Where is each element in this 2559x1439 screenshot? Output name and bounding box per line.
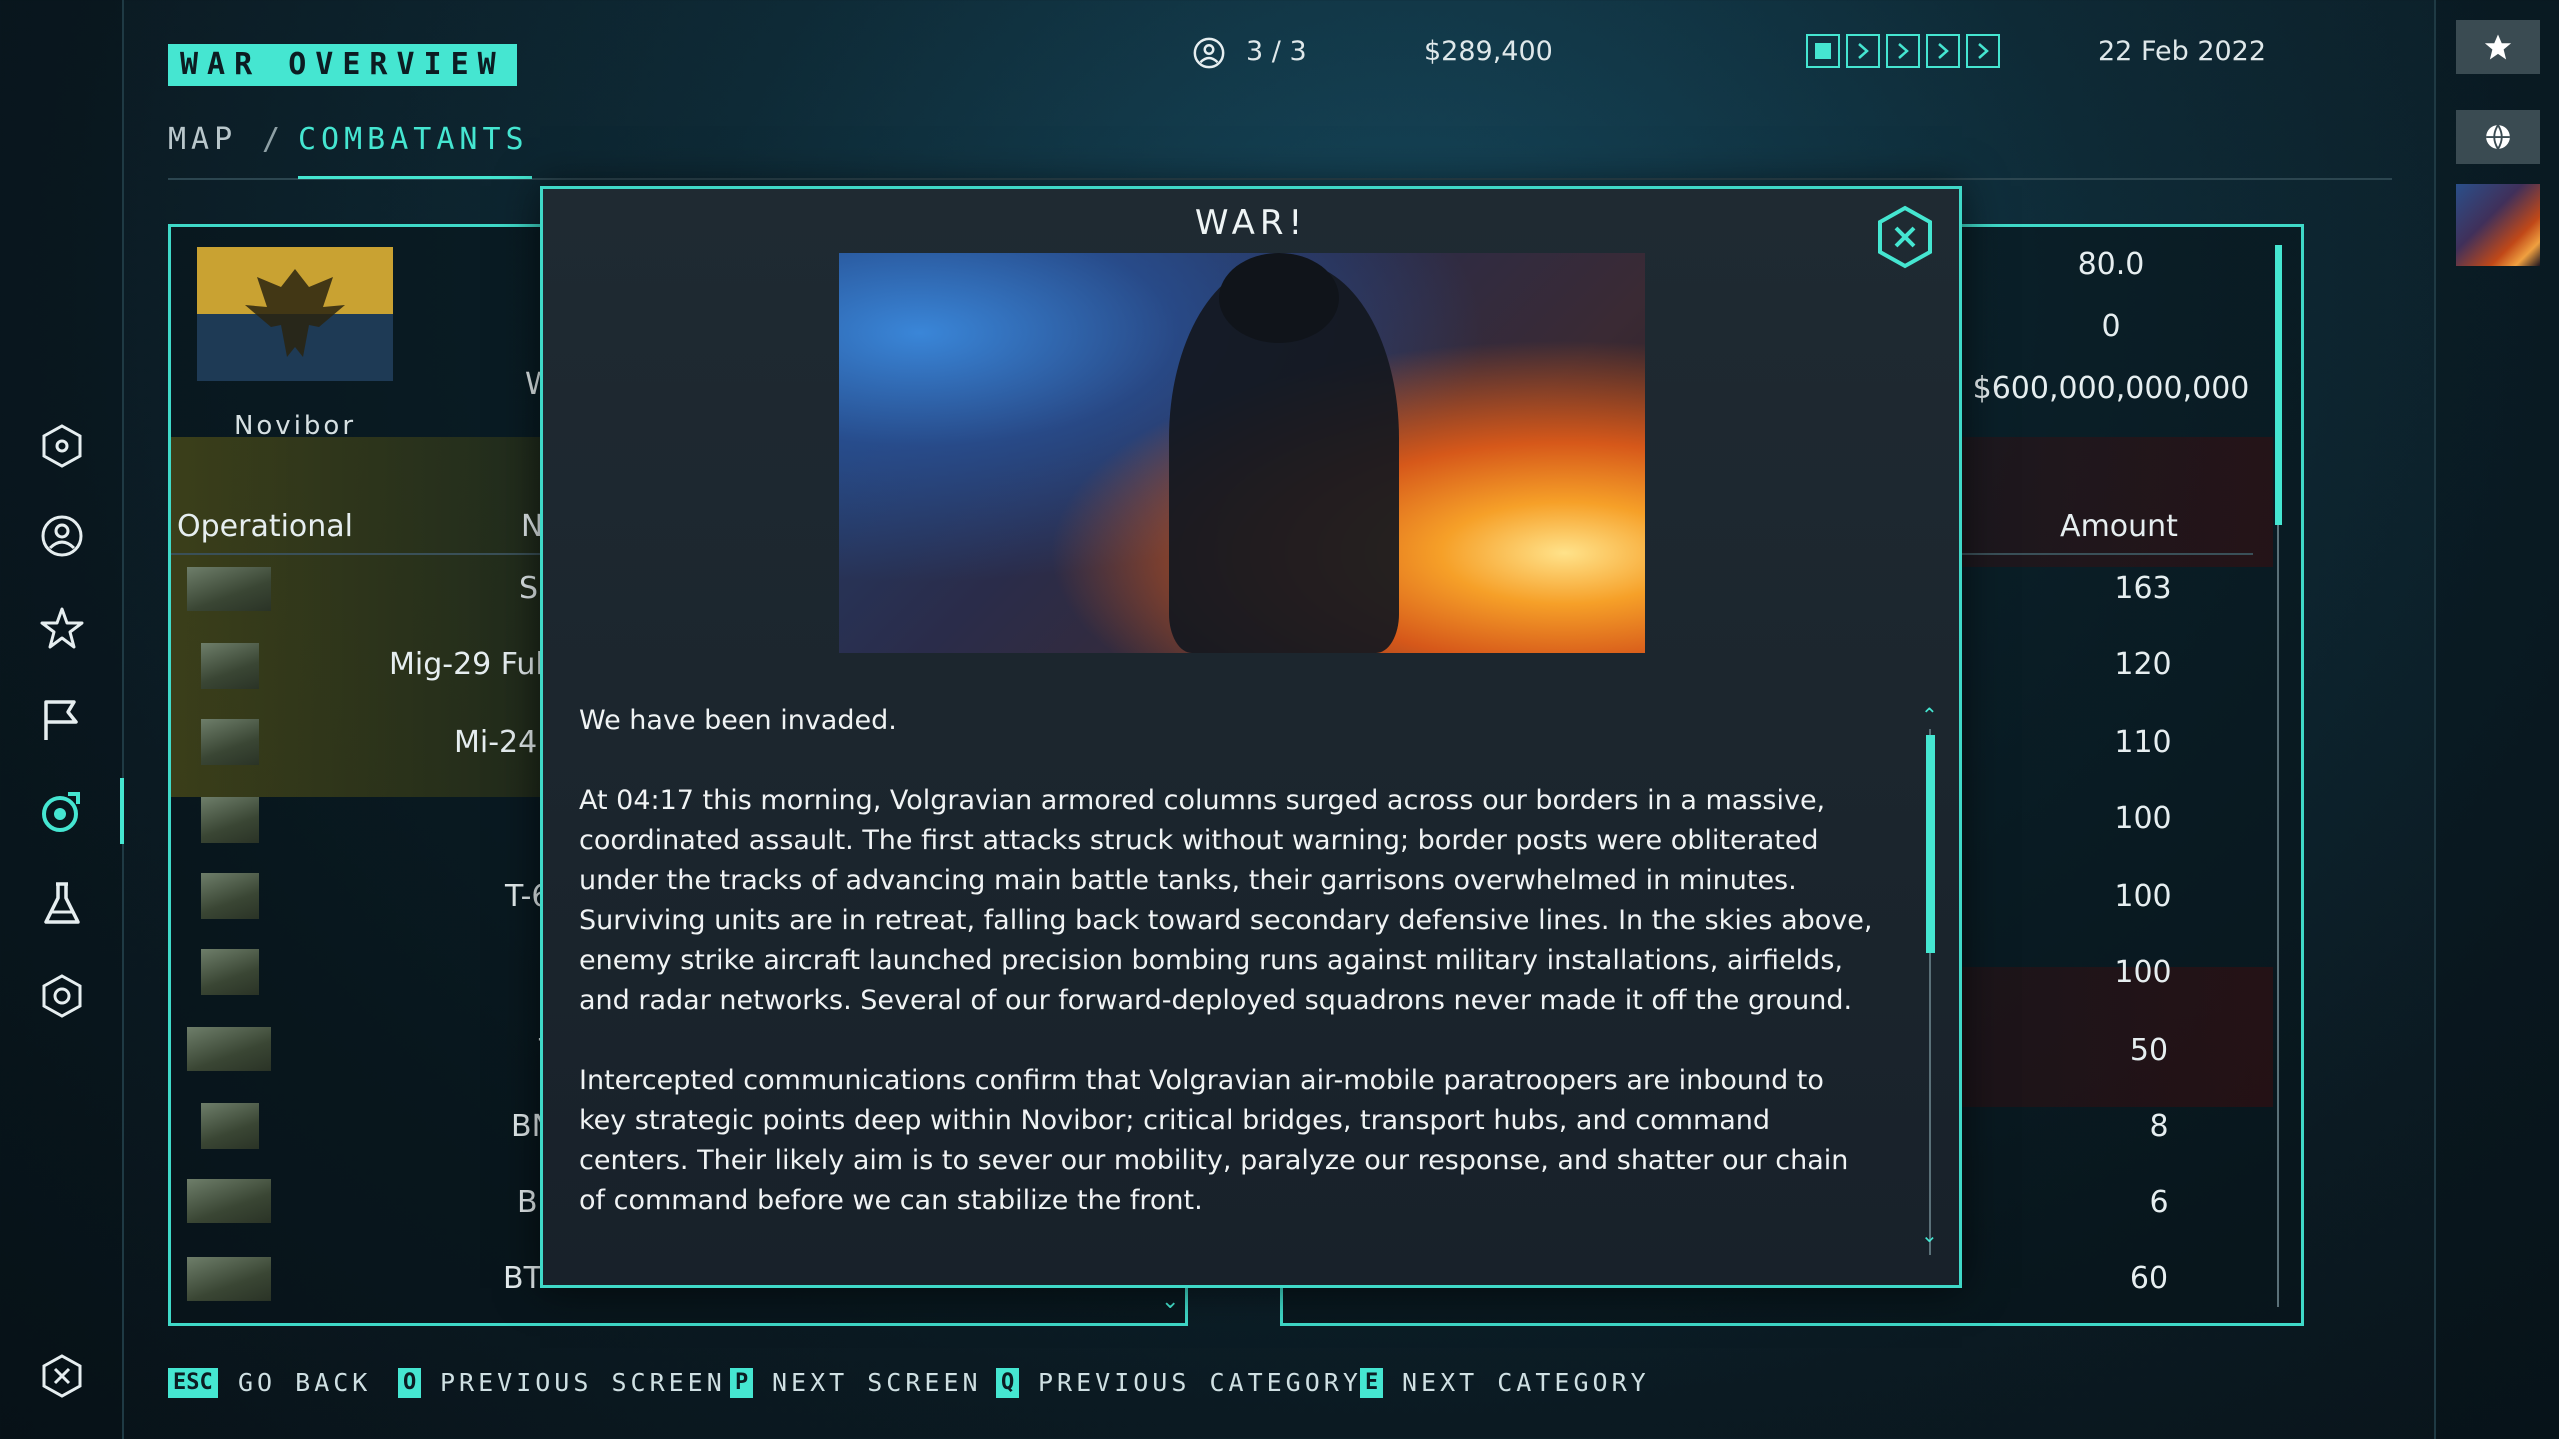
go-back-button[interactable]: GO BACK — [238, 1366, 371, 1400]
unit-amount: 6 — [2149, 1185, 2169, 1220]
breadcrumb-map[interactable]: MAP — [168, 122, 237, 157]
page-title: WAR OVERVIEW — [168, 44, 517, 86]
dialog-paragraph: Intercepted communications confirm that … — [579, 1065, 1849, 1216]
dialog-body: We have been invaded. At 04:17 this morn… — [579, 701, 1879, 1261]
key-esc: ESC — [168, 1368, 218, 1398]
dialog-title: WAR! — [1194, 203, 1308, 243]
stat-value: $600,000,000,000 — [1972, 371, 2250, 406]
scroll-up-icon[interactable]: ⌃ — [1921, 703, 1938, 727]
event-illustration — [839, 253, 1645, 653]
breadcrumb-active-underline — [298, 176, 532, 179]
column-header-operational: Operational — [177, 509, 354, 544]
war-event-dialog: WAR! We have been invaded. At 04:17 this… — [540, 186, 1962, 1288]
profile-icon[interactable] — [34, 508, 90, 564]
close-button[interactable] — [1873, 205, 1937, 269]
dialog-scroll-thumb[interactable] — [1926, 735, 1935, 953]
previous-category-button[interactable]: PREVIOUS CATEGORY — [1038, 1366, 1362, 1400]
target-icon[interactable] — [34, 784, 90, 840]
breadcrumb-combatants[interactable]: COMBATANTS — [298, 122, 529, 157]
unit-thumbnail — [201, 1103, 259, 1149]
unit-amount: 50 — [2129, 1033, 2169, 1068]
next-screen-button[interactable]: NEXT SCREEN — [772, 1366, 982, 1400]
event-thumbnail[interactable] — [2456, 184, 2540, 266]
next-category-button[interactable]: NEXT CATEGORY — [1402, 1366, 1650, 1400]
chevron-right-icon — [1978, 43, 1989, 59]
pause-icon — [1815, 43, 1831, 59]
unit-thumbnail — [201, 949, 259, 995]
stat-value: 80.0 — [2077, 247, 2145, 282]
home-icon[interactable] — [34, 418, 90, 474]
unit-thumbnail — [187, 567, 271, 611]
players-icon — [1192, 36, 1226, 74]
stat-value: 0 — [2101, 309, 2121, 344]
globe-icon[interactable] — [2456, 110, 2540, 164]
unit-thumbnail — [201, 873, 259, 919]
chevron-right-icon — [1898, 43, 1909, 59]
scroll-down-icon[interactable]: ⌄ — [1921, 1223, 1938, 1247]
unit-name: Mig-29 Fulc — [389, 647, 561, 682]
panel-scroll-thumb[interactable] — [2275, 245, 2282, 525]
unit-thumbnail — [187, 1179, 271, 1223]
flag-icon[interactable] — [34, 692, 90, 748]
unit-amount: 60 — [2129, 1261, 2169, 1296]
unit-thumbnail — [201, 643, 259, 689]
flask-icon[interactable] — [34, 876, 90, 932]
unit-thumbnail — [187, 1027, 271, 1071]
unit-amount: 100 — [2114, 879, 2172, 914]
key-q: Q — [996, 1368, 1020, 1398]
unit-amount: 100 — [2114, 801, 2172, 836]
speed-1-button[interactable] — [1846, 34, 1880, 68]
country-name: Novibor — [233, 411, 357, 441]
speed-2-button[interactable] — [1886, 34, 1920, 68]
chevron-right-icon — [1938, 43, 1949, 59]
game-date: 22 Feb 2022 — [2098, 36, 2267, 67]
key-e: E — [1360, 1368, 1384, 1398]
eagle-emblem-icon — [245, 269, 345, 357]
unit-thumbnail — [201, 719, 259, 765]
settings-icon[interactable] — [34, 968, 90, 1024]
favorite-star-icon[interactable] — [2456, 20, 2540, 74]
unit-amount: 120 — [2114, 647, 2172, 682]
unit-amount: 110 — [2114, 725, 2172, 760]
unit-amount: 163 — [2114, 571, 2172, 606]
rail-active-marker — [120, 778, 124, 844]
key-o: O — [398, 1368, 422, 1398]
speed-3-button[interactable] — [1926, 34, 1960, 68]
exit-icon[interactable] — [34, 1348, 90, 1404]
key-p: P — [730, 1368, 754, 1398]
unit-thumbnail — [201, 797, 259, 843]
column-header-amount: Amount — [2060, 509, 2178, 544]
unit-thumbnail — [187, 1257, 271, 1301]
breadcrumb-separator: / — [262, 122, 286, 157]
previous-screen-button[interactable]: PREVIOUS SCREEN — [440, 1366, 726, 1400]
close-icon — [1878, 205, 1932, 269]
dialog-paragraph: At 04:17 this morning, Volgravian armore… — [579, 785, 1873, 1016]
money-display: $289,400 — [1424, 36, 1553, 67]
pause-button[interactable] — [1806, 34, 1840, 68]
players-count: 3 / 3 — [1246, 36, 1307, 67]
star-icon[interactable] — [34, 600, 90, 656]
speed-4-button[interactable] — [1966, 34, 2000, 68]
soldier-helmet — [1219, 253, 1339, 343]
chevron-right-icon — [1858, 43, 1869, 59]
unit-amount: 8 — [2149, 1109, 2169, 1144]
dialog-paragraph: We have been invaded. — [579, 705, 897, 736]
unit-amount: 100 — [2114, 955, 2172, 990]
scroll-down-icon[interactable]: ⌄ — [1161, 1289, 1179, 1314]
country-flag — [197, 247, 393, 381]
